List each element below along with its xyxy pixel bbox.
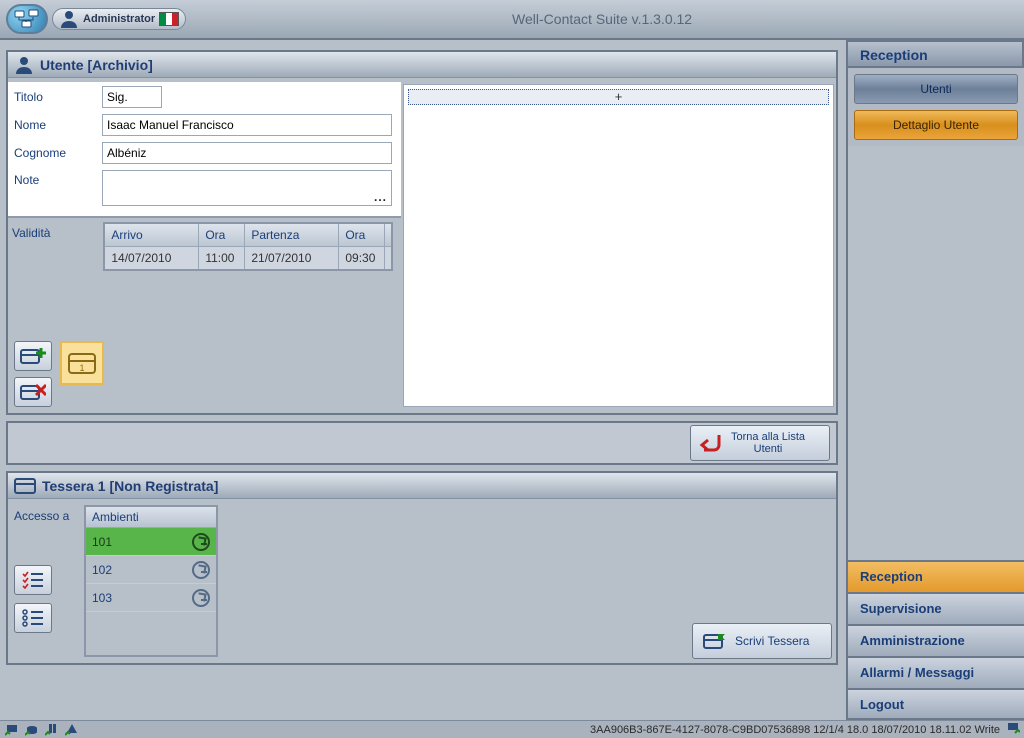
col-ora1: Ora bbox=[199, 224, 245, 246]
app-title: Well-Contact Suite v.1.3.0.12 bbox=[186, 11, 1018, 27]
user-panel-title: Utente [Archivio] bbox=[40, 57, 153, 73]
title-bar: Administrator Well-Contact Suite v.1.3.0… bbox=[0, 0, 1024, 40]
user-panel-header: Utente [Archivio] bbox=[8, 52, 836, 78]
sidebar-dettaglio-button[interactable]: Dettaglio Utente bbox=[854, 110, 1018, 140]
nav-supervisione[interactable]: Supervisione bbox=[848, 592, 1024, 624]
nav-logout[interactable]: Logout bbox=[848, 688, 1024, 720]
validita-row[interactable]: 14/07/2010 11:00 21/07/2010 09:30 bbox=[105, 247, 391, 269]
nav-reception[interactable]: Reception bbox=[848, 560, 1024, 592]
col-partenza: Partenza bbox=[245, 224, 339, 246]
status-icon-right bbox=[1006, 722, 1020, 737]
sidebar: Reception Utenti Dettaglio Utente Recept… bbox=[846, 40, 1024, 720]
back-arrow-icon bbox=[697, 431, 725, 455]
right-content-area: + bbox=[403, 84, 834, 407]
ambienti-table: Ambienti 101 102 103 bbox=[84, 505, 218, 657]
nav-allarmi[interactable]: Allarmi / Messaggi bbox=[848, 656, 1024, 688]
person-icon bbox=[14, 56, 34, 74]
tessera-header: Tessera 1 [Non Registrata] bbox=[8, 473, 836, 499]
sidebar-utenti-button[interactable]: Utenti bbox=[854, 74, 1018, 104]
card-1-selector[interactable]: 1 bbox=[60, 341, 104, 385]
titolo-input[interactable] bbox=[102, 86, 162, 108]
user-panel: Utente [Archivio] Titolo Nome bbox=[6, 50, 838, 415]
sidebar-top-header: Reception bbox=[848, 40, 1024, 68]
nome-label: Nome bbox=[14, 118, 102, 132]
flag-italy-icon bbox=[159, 12, 179, 26]
ambienti-row-102[interactable]: 102 bbox=[86, 556, 216, 584]
col-arrivo: Arrivo bbox=[105, 224, 199, 246]
note-input[interactable]: ... bbox=[102, 170, 392, 206]
svg-text:1: 1 bbox=[79, 363, 84, 373]
clock-icon[interactable] bbox=[192, 561, 210, 579]
delete-card-button[interactable] bbox=[14, 377, 52, 407]
nav-amministrazione[interactable]: Amministrazione bbox=[848, 624, 1024, 656]
col-ora2: Ora bbox=[339, 224, 385, 246]
status-bar: 3AA906B3-867E-4127-8078-C9BD07536898 12/… bbox=[0, 720, 1024, 738]
checklist-button[interactable] bbox=[14, 565, 52, 595]
add-card-button[interactable] bbox=[14, 341, 52, 371]
status-icon-4 bbox=[64, 723, 80, 737]
cognome-input[interactable] bbox=[102, 142, 392, 164]
tessera-panel: Tessera 1 [Non Registrata] Accesso a Amb… bbox=[6, 471, 838, 665]
validita-table: Arrivo Ora Partenza Ora 14/07/2010 11:00… bbox=[103, 222, 393, 271]
app-icon[interactable] bbox=[6, 4, 48, 34]
write-card-icon bbox=[703, 632, 727, 650]
admin-label: Administrator bbox=[83, 13, 155, 25]
note-label: Note bbox=[14, 170, 102, 187]
tessera-title: Tessera 1 [Non Registrata] bbox=[42, 478, 218, 494]
add-row-button[interactable]: + bbox=[408, 89, 829, 105]
note-ellipsis-icon[interactable]: ... bbox=[374, 190, 387, 204]
status-icon-2 bbox=[24, 723, 40, 737]
titolo-label: Titolo bbox=[14, 90, 102, 104]
mid-action-strip: Torna alla Lista Utenti bbox=[6, 421, 838, 465]
admin-button[interactable]: Administrator bbox=[52, 8, 186, 30]
cognome-label: Cognome bbox=[14, 146, 102, 160]
sidebar-nav: Reception Supervisione Amministrazione A… bbox=[848, 560, 1024, 720]
status-icon-1 bbox=[4, 723, 20, 737]
write-card-button[interactable]: Scrivi Tessera bbox=[692, 623, 832, 659]
clock-icon[interactable] bbox=[192, 533, 210, 551]
nome-input[interactable] bbox=[102, 114, 392, 136]
bulletlist-button[interactable] bbox=[14, 603, 52, 633]
clock-icon[interactable] bbox=[192, 589, 210, 607]
card-icon bbox=[14, 477, 36, 495]
person-icon bbox=[59, 10, 79, 28]
validita-label: Validità bbox=[12, 226, 100, 240]
status-text: 3AA906B3-867E-4127-8078-C9BD07536898 12/… bbox=[590, 724, 1000, 736]
ambienti-header: Ambienti bbox=[86, 507, 216, 528]
ambienti-row-103[interactable]: 103 bbox=[86, 584, 216, 612]
status-icon-3 bbox=[44, 723, 60, 737]
ambienti-row-101[interactable]: 101 bbox=[86, 528, 216, 556]
back-to-users-button[interactable]: Torna alla Lista Utenti bbox=[690, 425, 830, 461]
